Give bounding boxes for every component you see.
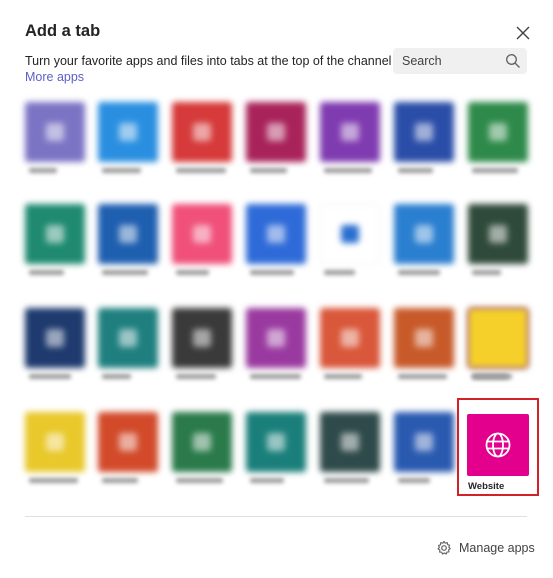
blurred-app-label xyxy=(176,168,226,173)
app-glyph xyxy=(46,123,64,141)
app-glyph xyxy=(489,123,507,141)
blurred-app-label xyxy=(472,168,518,173)
blurred-app-label xyxy=(472,374,512,379)
blurred-app-label xyxy=(102,168,141,173)
blurred-app-label xyxy=(250,270,294,275)
app-glyph xyxy=(119,225,137,243)
app-glyph xyxy=(489,225,507,243)
app-glyph xyxy=(341,329,359,347)
blurred-app-label xyxy=(29,374,71,379)
app-glyph xyxy=(415,225,433,243)
blurred-app-label xyxy=(29,168,57,173)
app-glyph xyxy=(46,433,64,451)
manage-apps-button[interactable]: Manage apps xyxy=(436,539,535,557)
blurred-app-tile[interactable] xyxy=(246,204,306,264)
website-app-label: Website xyxy=(468,481,505,492)
app-glyph xyxy=(119,329,137,347)
blurred-app-tile[interactable] xyxy=(320,204,380,264)
blurred-app-tile[interactable] xyxy=(320,412,380,472)
blurred-app-label xyxy=(472,270,501,275)
blurred-app-tile[interactable] xyxy=(25,412,85,472)
blurred-app-tile[interactable] xyxy=(246,412,306,472)
blurred-app-label xyxy=(102,270,148,275)
blurred-app-tile[interactable] xyxy=(25,308,85,368)
blurred-app-label xyxy=(250,168,287,173)
app-glyph xyxy=(267,225,285,243)
blurred-app-label xyxy=(176,478,223,483)
blurred-app-label xyxy=(176,374,216,379)
app-glyph xyxy=(267,123,285,141)
blurred-app-tile[interactable] xyxy=(320,308,380,368)
app-glyph xyxy=(267,329,285,347)
website-app-tile[interactable] xyxy=(467,414,529,476)
blurred-app-tile[interactable] xyxy=(246,308,306,368)
blurred-app-tile[interactable] xyxy=(468,308,528,368)
blurred-app-tile[interactable] xyxy=(468,204,528,264)
blurred-app-label xyxy=(398,270,440,275)
app-glyph xyxy=(341,123,359,141)
blurred-app-label xyxy=(398,478,430,483)
blurred-app-tile[interactable] xyxy=(172,412,232,472)
blurred-app-tile[interactable] xyxy=(172,102,232,162)
app-glyph xyxy=(193,433,211,451)
app-glyph xyxy=(46,329,64,347)
blurred-app-tile[interactable] xyxy=(246,102,306,162)
blurred-app-label xyxy=(324,374,362,379)
blurred-app-label xyxy=(29,478,78,483)
blurred-app-tile[interactable] xyxy=(394,412,454,472)
manage-apps-label: Manage apps xyxy=(459,541,535,555)
blurred-app-tile[interactable] xyxy=(320,102,380,162)
website-app-highlight[interactable]: Website xyxy=(457,398,539,496)
blurred-app-tile[interactable] xyxy=(25,204,85,264)
app-glyph xyxy=(193,329,211,347)
blurred-app-tile[interactable] xyxy=(394,102,454,162)
footer-divider xyxy=(25,516,527,517)
app-glyph xyxy=(267,433,285,451)
blurred-app-label xyxy=(176,270,209,275)
globe-icon xyxy=(485,432,511,458)
app-glyph xyxy=(193,123,211,141)
add-tab-dialog: Add a tab Turn your favorite apps and fi… xyxy=(0,0,553,578)
blurred-app-tile[interactable] xyxy=(468,102,528,162)
blurred-app-label xyxy=(250,478,284,483)
app-glyph xyxy=(46,225,64,243)
blurred-app-label xyxy=(398,374,447,379)
blurred-app-tile[interactable] xyxy=(98,204,158,264)
blurred-app-tile[interactable] xyxy=(25,102,85,162)
blurred-app-label xyxy=(398,168,433,173)
app-glyph xyxy=(415,123,433,141)
app-glyph xyxy=(341,433,359,451)
app-glyph xyxy=(341,225,359,243)
gear-icon xyxy=(437,540,451,555)
blurred-app-label xyxy=(102,478,138,483)
blurred-app-tile[interactable] xyxy=(98,412,158,472)
blurred-app-tile[interactable] xyxy=(394,204,454,264)
blurred-app-label xyxy=(29,270,64,275)
app-glyph xyxy=(119,123,137,141)
blurred-app-tile[interactable] xyxy=(394,308,454,368)
blurred-app-label xyxy=(250,374,301,379)
app-glyph xyxy=(193,225,211,243)
blurred-app-label xyxy=(324,478,369,483)
blurred-app-tile[interactable] xyxy=(172,308,232,368)
blurred-app-tile[interactable] xyxy=(98,308,158,368)
blurred-app-tile[interactable] xyxy=(98,102,158,162)
blurred-app-tile[interactable] xyxy=(172,204,232,264)
app-glyph xyxy=(119,433,137,451)
blurred-app-label xyxy=(102,374,131,379)
app-glyph xyxy=(415,329,433,347)
blurred-app-label xyxy=(324,168,372,173)
blurred-app-label xyxy=(324,270,355,275)
app-glyph xyxy=(415,433,433,451)
